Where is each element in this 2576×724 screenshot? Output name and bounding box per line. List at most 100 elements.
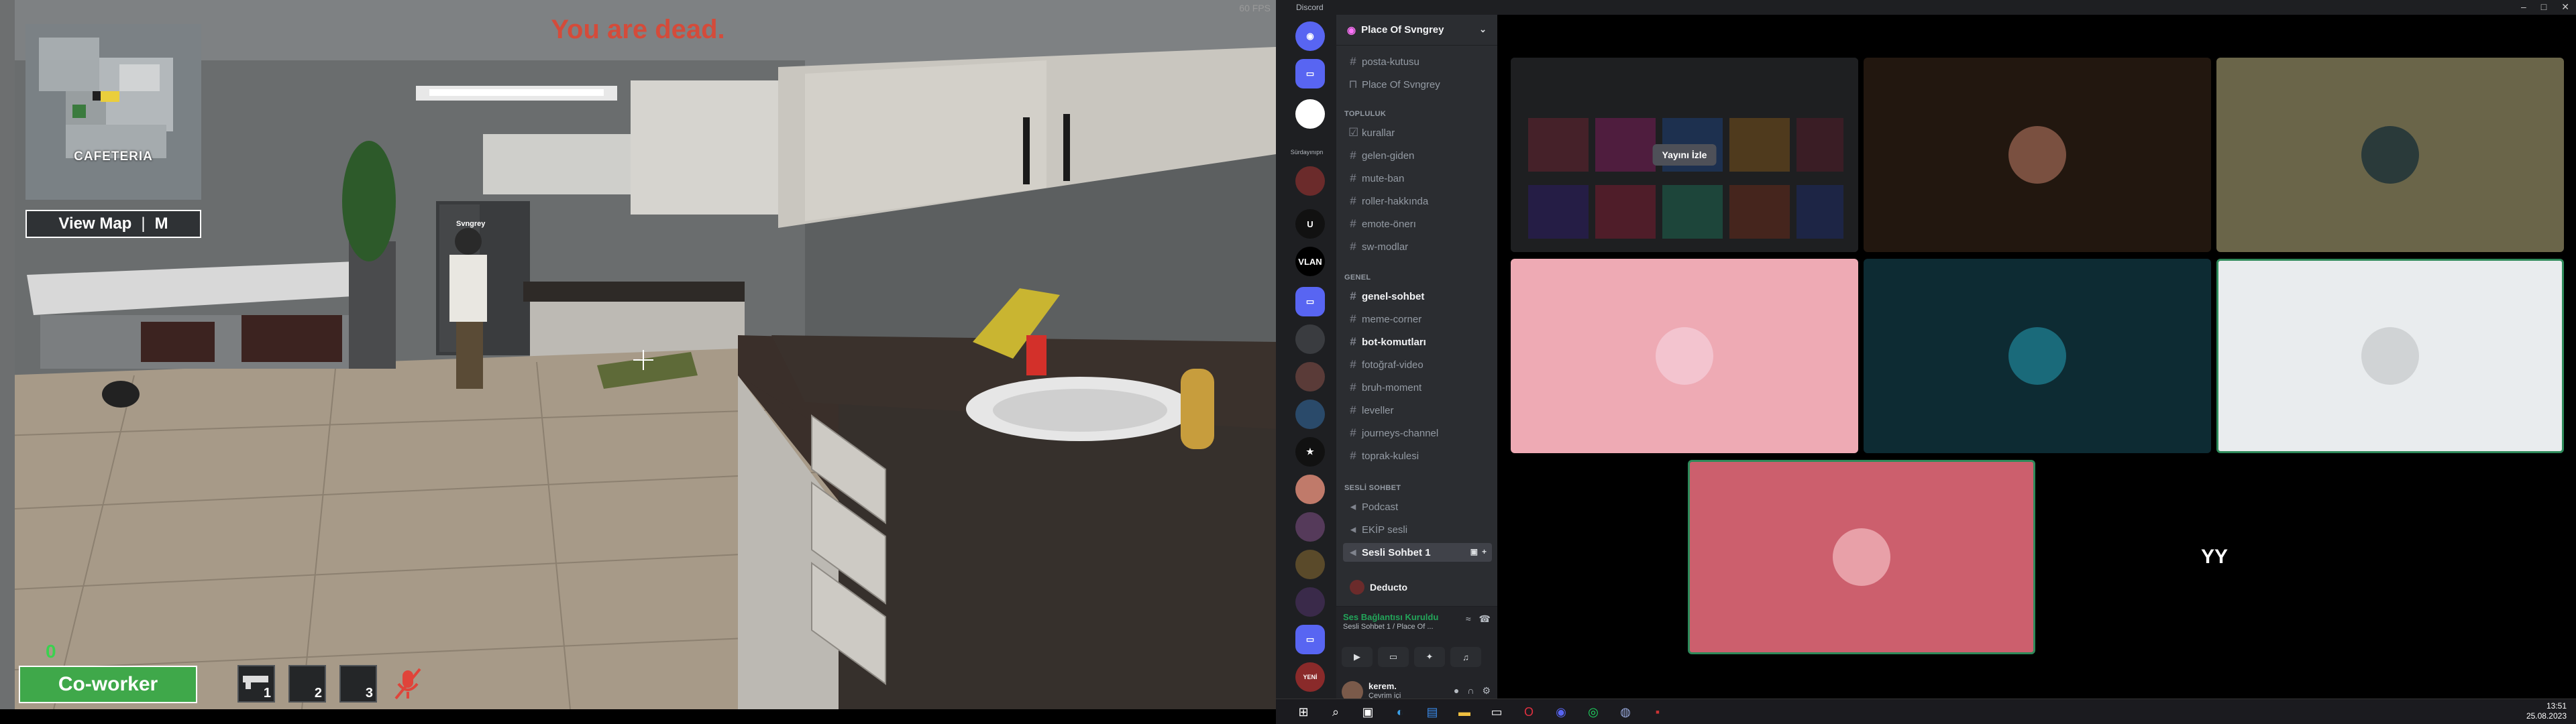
watch-stream-button[interactable]: Yayını İzle (1652, 144, 1717, 166)
star-icon[interactable]: ★ (1295, 437, 1325, 467)
server-icon[interactable] (1295, 99, 1325, 129)
game-icon[interactable]: ▪ (1650, 705, 1665, 719)
opera-icon[interactable]: O (1521, 705, 1536, 719)
discord-home-icon[interactable]: ◉ (1295, 21, 1325, 51)
channel-item[interactable]: # bruh-moment (1343, 378, 1492, 397)
close-icon[interactable]: ✕ (2561, 1, 2569, 13)
channel-item[interactable]: ☑ kurallar (1343, 123, 1492, 142)
soundboard-button[interactable]: ♫ (1450, 647, 1481, 667)
server-icon[interactable]: VLAN (1295, 247, 1325, 276)
server-icon[interactable] (1295, 324, 1325, 354)
channel-item[interactable]: # genel-sohbet (1343, 287, 1492, 306)
channel-item[interactable]: # bot-komutları (1343, 333, 1492, 351)
mic-icon[interactable]: ● (1454, 685, 1459, 697)
voice-channel-item[interactable]: ◂ Podcast (1343, 497, 1492, 516)
screen-share-button[interactable]: ▭ (1378, 647, 1409, 667)
server-icon[interactable]: U (1295, 209, 1325, 239)
channel-item[interactable]: # fotoğraf-video (1343, 355, 1492, 374)
inventory-slot-2[interactable]: 2 (288, 665, 326, 703)
channel-item[interactable]: # gelen-giden (1343, 146, 1492, 165)
server-folder[interactable]: ▭ (1295, 287, 1325, 316)
inventory-slot-1[interactable]: 1 (237, 665, 275, 703)
channel-item[interactable]: # mute-ban (1343, 169, 1492, 188)
category-genel[interactable]: GENEL (1344, 274, 1371, 282)
server-icon[interactable] (1295, 166, 1325, 196)
channel-item[interactable]: # posta-kutusu (1343, 52, 1492, 71)
participant-tile[interactable] (1864, 259, 2211, 453)
view-map-separator: | (141, 215, 146, 233)
steam-icon[interactable]: ◍ (1618, 705, 1633, 719)
terminal-icon[interactable]: ▭ (1489, 705, 1504, 719)
hash-icon: # (1350, 312, 1356, 325)
server-label: Sürdayınıpn (1290, 149, 1324, 156)
server-icon[interactable] (1295, 512, 1325, 542)
channel-item[interactable]: # roller-hakkında (1343, 192, 1492, 210)
category-topluluk[interactable]: TOPLULUK (1344, 110, 1386, 118)
noise-suppression-icon[interactable]: ≈ (1466, 613, 1471, 625)
view-map-button[interactable]: View Map | M (25, 210, 201, 238)
hash-icon: # (1350, 55, 1356, 68)
server-header[interactable]: ◉ Place Of Svngrey ⌄ (1336, 15, 1497, 46)
category-sesli[interactable]: SESLİ SOHBET (1344, 484, 1401, 492)
rules-icon: ☑ (1348, 126, 1359, 139)
channel-item[interactable]: ⊓ Place Of Svngrey (1343, 75, 1492, 94)
activity-button[interactable]: ✦ (1414, 647, 1445, 667)
voice-channel-item[interactable]: ◂ EKİP sesli (1343, 520, 1492, 539)
maximize-icon[interactable]: □ (2541, 1, 2546, 13)
voice-member[interactable]: Deducto (1343, 577, 1492, 598)
gear-icon[interactable]: ⚙ (1482, 685, 1491, 697)
headphones-icon[interactable]: ∩ (1467, 685, 1474, 697)
server-icon[interactable] (1295, 400, 1325, 429)
channel-item[interactable]: # journeys-channel (1343, 424, 1492, 442)
minimap-rooms (39, 38, 173, 158)
stream-tile[interactable]: Yayını İzle (1511, 58, 1858, 252)
mic-muted-icon[interactable] (389, 665, 427, 703)
avatar-initials: YY (2200, 546, 2229, 568)
disconnect-icon[interactable]: ☎ (1479, 613, 1491, 625)
view-map-label: View Map (58, 215, 132, 233)
server-folder[interactable]: ▭ (1295, 59, 1325, 88)
minimap[interactable]: CAFETERIA (25, 24, 201, 200)
folder-icon[interactable]: ▬ (1457, 705, 1472, 719)
clock[interactable]: 13:51 25.08.2023 (2526, 701, 2567, 721)
start-icon[interactable]: ⊞ (1296, 705, 1311, 719)
fps-counter: 60 FPS (1239, 3, 1271, 13)
server-icon[interactable] (1295, 550, 1325, 579)
task-view-icon[interactable]: ▣ (1360, 705, 1375, 719)
participant-tile[interactable]: YY (2041, 460, 2388, 654)
channel-item[interactable]: # toprak-kulesi (1343, 446, 1492, 465)
minimize-icon[interactable]: – (2521, 1, 2526, 13)
channel-item[interactable]: # sw-modlar (1343, 237, 1492, 256)
participant-tile[interactable] (1864, 58, 2211, 252)
chat-icon[interactable]: ▣ (1470, 547, 1478, 556)
participant-tile[interactable] (2216, 58, 2564, 252)
server-folder[interactable]: ▭ (1295, 625, 1325, 654)
store-icon[interactable]: ▤ (1425, 705, 1440, 719)
participant-tile[interactable] (1511, 259, 1858, 453)
add-user-icon[interactable]: + (1482, 547, 1487, 556)
search-icon[interactable]: ⌕ (1328, 705, 1343, 719)
taskbar: ⊞ ⌕ ▣ ◐ ▤ ▬ ▭ O ◉ ◎ ◍ ▪ 13:51 25.08.2023 (1276, 699, 2576, 724)
hash-icon: # (1350, 335, 1356, 348)
slot-number: 1 (263, 686, 271, 701)
camera-button[interactable]: ▶ (1342, 647, 1373, 667)
speaker-icon: ◂ (1350, 546, 1356, 558)
spotify-icon[interactable]: ◎ (1586, 705, 1601, 719)
voice-channel-item-active[interactable]: ◂ Sesli Sohbet 1 ▣ + (1343, 543, 1492, 562)
server-icon[interactable]: YENİ (1295, 662, 1325, 692)
avatar (1656, 327, 1713, 385)
server-icon[interactable] (1295, 587, 1325, 617)
participant-tile-speaking[interactable] (1688, 460, 2035, 654)
chevron-down-icon[interactable]: ⌄ (1479, 24, 1487, 35)
hash-icon: # (1350, 381, 1356, 394)
edge-icon[interactable]: ◐ (1393, 705, 1407, 719)
discord-icon[interactable]: ◉ (1554, 705, 1568, 719)
channel-item[interactable]: # meme-corner (1343, 310, 1492, 328)
channel-item[interactable]: # leveller (1343, 401, 1492, 420)
server-icon[interactable] (1295, 475, 1325, 504)
game-viewport[interactable]: 60 FPS You are dead. CAFETERIA View Map … (0, 0, 1276, 709)
inventory-slot-3[interactable]: 3 (339, 665, 377, 703)
participant-tile-speaking[interactable] (2216, 259, 2564, 453)
channel-item[interactable]: # emote-önerı (1343, 215, 1492, 233)
server-icon[interactable] (1295, 362, 1325, 391)
